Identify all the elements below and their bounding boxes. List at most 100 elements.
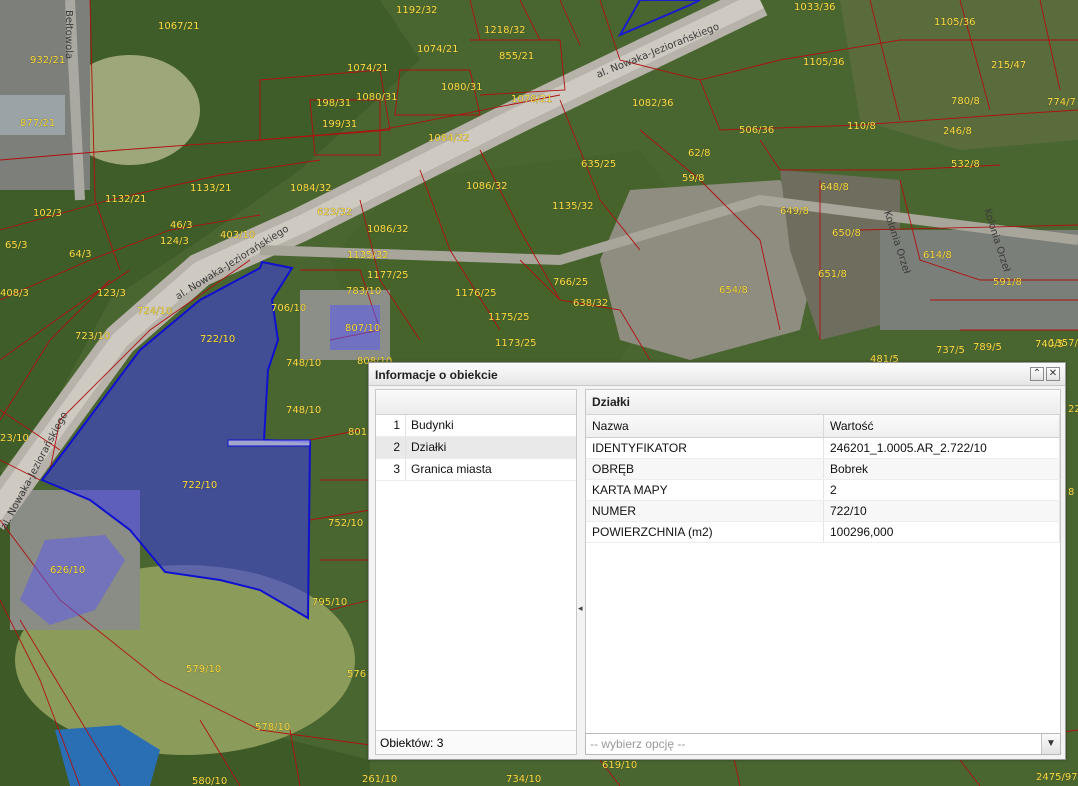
layer-row-budynki[interactable]: 1 Budynki <box>376 415 576 437</box>
select-placeholder: -- wybierz opcję -- <box>590 737 686 751</box>
parcel-label: 8 <box>1068 487 1074 498</box>
attribute-panel-title: Działki <box>586 390 1060 415</box>
parcel-label: 1177/25 <box>367 270 409 281</box>
close-button[interactable]: ✕ <box>1046 367 1060 381</box>
row-label: Granica miasta <box>411 462 492 476</box>
attr-name: OBRĘB <box>586 458 824 480</box>
parcel-label: 46/3 <box>170 220 192 231</box>
parcel-label: 740/5 <box>1035 339 1064 350</box>
parcel-label: 623/32 <box>317 207 352 218</box>
parcel-label: 506/36 <box>739 125 774 136</box>
table-row[interactable]: NUMER 722/10 <box>586 500 1060 522</box>
parcel-label: 579/10 <box>186 664 221 675</box>
parcel-label: 1175/25 <box>488 312 530 323</box>
parcel-label: 734/10 <box>506 774 541 785</box>
parcel-label: 722/10 <box>182 480 217 491</box>
parcel-label: 783/10 <box>346 286 381 297</box>
attr-value: 100296,000 <box>823 521 1060 543</box>
street-label: Bełtowola <box>63 10 74 59</box>
collapse-left-icon[interactable]: ◂ <box>578 603 583 614</box>
parcel-label: 1084/32 <box>428 133 470 144</box>
parcel-label: 638/32 <box>573 298 608 309</box>
layer-list-header <box>376 390 576 415</box>
table-row[interactable]: IDENTYFIKATOR 246201_1.0005.AR_2.722/10 <box>586 437 1060 459</box>
parcel-label: 748/10 <box>286 405 321 416</box>
parcel-label: 1082/36 <box>632 98 674 109</box>
parcel-label: 1078/21 <box>511 94 553 105</box>
attr-name: KARTA MAPY <box>586 479 824 501</box>
parcel-label: 23/10 <box>0 433 29 444</box>
parcel-label: 1074/21 <box>347 63 389 74</box>
layer-row-granica-miasta[interactable]: 3 Granica miasta <box>376 459 576 481</box>
parcel-label: 1067/21 <box>158 21 200 32</box>
parcel-label: 855/21 <box>499 51 534 62</box>
parcel-label: 724/10 <box>137 306 172 317</box>
row-number: 3 <box>376 459 406 480</box>
table-row[interactable]: KARTA MAPY 2 <box>586 479 1060 501</box>
parcel-label: 789/5 <box>973 342 1002 353</box>
parcel-label: 752/10 <box>328 518 363 529</box>
table-row[interactable]: POWIERZCHNIA (m2) 100296,000 <box>586 521 1060 543</box>
attr-name: NUMER <box>586 500 824 522</box>
parcel-label: 1135/32 <box>347 250 389 261</box>
parcel-label: 1080/31 <box>356 92 398 103</box>
parcel-label: 1133/21 <box>190 183 232 194</box>
parcel-label: 198/31 <box>316 98 351 109</box>
row-number: 1 <box>376 415 406 436</box>
parcel-label: 635/25 <box>581 159 616 170</box>
attribute-panel: Działki Nazwa Wartość IDENTYFIKATOR 2462… <box>585 389 1061 755</box>
parcel-label: 1105/36 <box>934 17 976 28</box>
object-info-window: Informacje o obiekcie ⌃ ✕ 1 Budynki 2 Dz… <box>368 362 1066 760</box>
parcel-label: 1135/32 <box>552 201 594 212</box>
parcel-label: 1080/31 <box>441 82 483 93</box>
parcel-label: 1132/21 <box>105 194 147 205</box>
column-header-value[interactable]: Wartość <box>823 415 1060 438</box>
parcel-label: 1086/32 <box>367 224 409 235</box>
parcel-label: 1033/36 <box>794 2 836 13</box>
parcel-label: 215/47 <box>991 60 1026 71</box>
option-select[interactable]: -- wybierz opcję -- ▼ <box>585 733 1061 755</box>
parcel-label: 795/10 <box>312 597 347 608</box>
parcel-label: 1084/32 <box>290 183 332 194</box>
parcel-label: 1173/25 <box>495 338 537 349</box>
table-row[interactable]: OBRĘB Bobrek <box>586 458 1060 480</box>
parcel-label: 649/8 <box>780 206 809 217</box>
parcel-label: 591/8 <box>993 277 1022 288</box>
chevron-down-icon[interactable]: ▼ <box>1041 734 1060 754</box>
parcel-label: 648/8 <box>820 182 849 193</box>
parcel-label: 65/3 <box>5 240 27 251</box>
parcel-label: 532/8 <box>951 159 980 170</box>
parcel-label: 578/10 <box>255 722 290 733</box>
parcel-label: 110/8 <box>847 121 876 132</box>
column-header-name[interactable]: Nazwa <box>586 415 824 438</box>
parcel-label: 261/10 <box>362 774 397 785</box>
parcel-label: 102/3 <box>33 208 62 219</box>
parcel-label: 22 <box>1068 404 1078 415</box>
parcel-label: 580/10 <box>192 776 227 786</box>
parcel-label: 723/10 <box>75 331 110 342</box>
attribute-table: Nazwa Wartość IDENTYFIKATOR 246201_1.000… <box>586 415 1060 543</box>
attr-value: 2 <box>823 479 1060 501</box>
parcel-label: 124/3 <box>160 236 189 247</box>
parcel-label: 748/10 <box>286 358 321 369</box>
parcel-label: 780/8 <box>951 96 980 107</box>
parcel-label: 1074/21 <box>417 44 459 55</box>
parcel-label: 801 <box>348 427 367 438</box>
window-title: Informacje o obiekcie <box>375 368 498 382</box>
layer-row-dzialki[interactable]: 2 Działki <box>376 437 576 459</box>
parcel-label: 766/25 <box>553 277 588 288</box>
window-titlebar[interactable]: Informacje o obiekcie ⌃ ✕ <box>369 363 1065 386</box>
object-count: Obiektów: 3 <box>376 730 576 754</box>
row-label: Budynki <box>411 418 454 432</box>
parcel-label: 807/10 <box>345 323 380 334</box>
parcel-label: 1086/32 <box>466 181 508 192</box>
collapse-button[interactable]: ⌃ <box>1030 367 1044 381</box>
parcel-label: 1218/32 <box>484 25 526 36</box>
attr-value: 246201_1.0005.AR_2.722/10 <box>823 437 1060 459</box>
parcel-label: 403/10 <box>220 230 255 241</box>
row-label: Działki <box>411 440 447 454</box>
parcel-label: 64/3 <box>69 249 91 260</box>
layer-list-panel: 1 Budynki 2 Działki 3 Granica miasta Obi… <box>375 389 577 755</box>
panel-splitter[interactable]: ◂ <box>578 389 584 755</box>
parcel-label: 774/7 <box>1047 97 1076 108</box>
